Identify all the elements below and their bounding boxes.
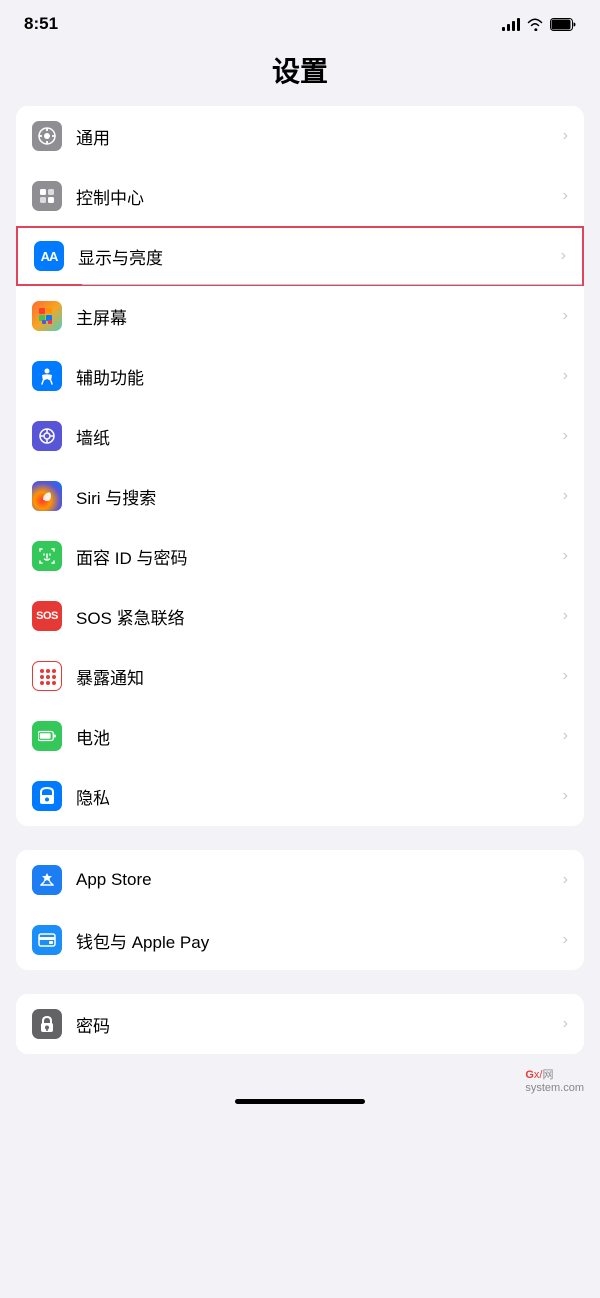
display-icon: AA bbox=[34, 241, 64, 271]
general-icon bbox=[32, 121, 62, 151]
wallet-icon bbox=[32, 925, 62, 955]
page-title: 设置 bbox=[0, 50, 600, 90]
settings-row-homescreen[interactable]: 主屏幕 › bbox=[16, 286, 584, 346]
settings-group-2: App Store › 钱包与 Apple Pay › bbox=[16, 850, 584, 970]
settings-row-accessibility[interactable]: 辅助功能 › bbox=[16, 346, 584, 406]
privacy-chevron: › bbox=[563, 787, 568, 805]
homescreen-chevron: › bbox=[563, 307, 568, 325]
settings-row-general[interactable]: 通用 › bbox=[16, 106, 584, 166]
watermark: Gx/网 system.com bbox=[525, 1066, 584, 1094]
settings-row-password[interactable]: 密码 › bbox=[16, 994, 584, 1054]
homescreen-icon bbox=[32, 301, 62, 331]
status-bar: 8:51 bbox=[0, 0, 600, 42]
settings-row-appstore[interactable]: App Store › bbox=[16, 850, 584, 910]
display-label: 显示与亮度 bbox=[78, 244, 555, 269]
homescreen-label: 主屏幕 bbox=[76, 304, 557, 329]
privacy-label: 隐私 bbox=[76, 784, 557, 809]
faceid-chevron: › bbox=[563, 547, 568, 565]
password-chevron: › bbox=[563, 1015, 568, 1033]
settings-row-siri[interactable]: Siri 与搜索 › bbox=[16, 466, 584, 526]
accessibility-chevron: › bbox=[563, 367, 568, 385]
battery-status-icon bbox=[550, 18, 576, 31]
general-chevron: › bbox=[563, 127, 568, 145]
exposure-icon bbox=[32, 661, 62, 691]
settings-group-1: 通用 › 控制中心 › AA 显示与亮度 › bbox=[16, 106, 584, 826]
control-center-chevron: › bbox=[563, 187, 568, 205]
appstore-chevron: › bbox=[563, 871, 568, 889]
settings-row-display[interactable]: AA 显示与亮度 › bbox=[16, 226, 584, 286]
appstore-label: App Store bbox=[76, 870, 557, 890]
settings-row-faceid[interactable]: 面容 ID 与密码 › bbox=[16, 526, 584, 586]
battery-chevron: › bbox=[563, 727, 568, 745]
settings-row-battery[interactable]: 电池 › bbox=[16, 706, 584, 766]
appstore-icon bbox=[32, 865, 62, 895]
battery-label: 电池 bbox=[76, 724, 557, 749]
password-label: 密码 bbox=[76, 1012, 557, 1037]
exposure-chevron: › bbox=[563, 667, 568, 685]
settings-row-control-center[interactable]: 控制中心 › bbox=[16, 166, 584, 226]
wallet-chevron: › bbox=[563, 931, 568, 949]
faceid-icon bbox=[32, 541, 62, 571]
battery-row-icon bbox=[32, 721, 62, 751]
page-title-bar: 设置 bbox=[0, 42, 600, 106]
siri-label: Siri 与搜索 bbox=[76, 484, 557, 509]
control-center-icon bbox=[32, 181, 62, 211]
status-icons bbox=[502, 17, 576, 31]
settings-row-sos[interactable]: SOS SOS 紧急联络 › bbox=[16, 586, 584, 646]
home-indicator bbox=[235, 1099, 365, 1104]
wallpaper-icon bbox=[32, 421, 62, 451]
sos-icon: SOS bbox=[32, 601, 62, 631]
display-chevron: › bbox=[561, 247, 566, 265]
wallet-label: 钱包与 Apple Pay bbox=[76, 928, 557, 953]
sos-chevron: › bbox=[563, 607, 568, 625]
faceid-label: 面容 ID 与密码 bbox=[76, 544, 557, 569]
privacy-icon bbox=[32, 781, 62, 811]
control-center-label: 控制中心 bbox=[76, 184, 557, 209]
settings-row-wallet[interactable]: 钱包与 Apple Pay › bbox=[16, 910, 584, 970]
accessibility-icon bbox=[32, 361, 62, 391]
general-label: 通用 bbox=[76, 124, 557, 149]
siri-chevron: › bbox=[563, 487, 568, 505]
settings-group-3: 密码 › bbox=[16, 994, 584, 1054]
siri-icon bbox=[32, 481, 62, 511]
exposure-label: 暴露通知 bbox=[76, 664, 557, 689]
password-icon bbox=[32, 1009, 62, 1039]
accessibility-label: 辅助功能 bbox=[76, 364, 557, 389]
sos-label: SOS 紧急联络 bbox=[76, 604, 557, 629]
signal-icon bbox=[502, 17, 520, 31]
wallpaper-chevron: › bbox=[563, 427, 568, 445]
wallpaper-label: 墙纸 bbox=[76, 424, 557, 449]
settings-row-exposure[interactable]: 暴露通知 › bbox=[16, 646, 584, 706]
wifi-icon bbox=[526, 17, 544, 31]
settings-row-privacy[interactable]: 隐私 › bbox=[16, 766, 584, 826]
status-time: 8:51 bbox=[24, 14, 58, 34]
settings-row-wallpaper[interactable]: 墙纸 › bbox=[16, 406, 584, 466]
